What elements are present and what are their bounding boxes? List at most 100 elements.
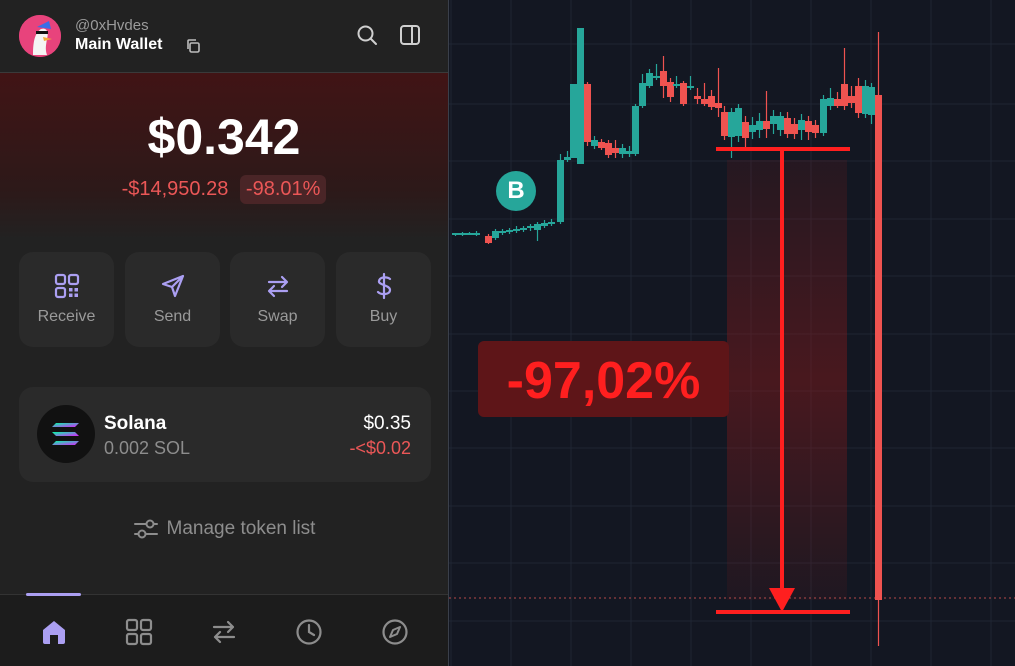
candle-body xyxy=(784,118,791,134)
token-change: -<$0.02 xyxy=(349,438,411,458)
candle-body xyxy=(527,226,534,228)
candle-body xyxy=(820,99,827,133)
active-tab-indicator xyxy=(26,593,81,596)
search-icon[interactable] xyxy=(356,24,378,46)
manage-token-list-button[interactable]: Manage token list xyxy=(0,518,448,540)
candle-body xyxy=(763,121,770,129)
token-value: $0.35 xyxy=(363,413,411,434)
token-row-solana[interactable]: Solana 0.002 SOL $0.35 -<$0.02 xyxy=(19,387,431,482)
candle-body xyxy=(742,122,749,138)
candle-body xyxy=(855,86,862,113)
candle-body xyxy=(777,116,784,130)
buy-button[interactable]: Buy xyxy=(336,252,431,347)
candle-body xyxy=(805,121,812,132)
candle-body xyxy=(466,233,473,235)
balance-change-usd: -$14,950.28 xyxy=(121,178,229,200)
wallet-header: @0xHvdes Main Wallet xyxy=(0,0,448,73)
candle-body xyxy=(452,233,459,235)
candle-body xyxy=(577,28,584,164)
bubblemaps-badge[interactable]: B xyxy=(496,171,536,211)
candle-body xyxy=(485,236,492,243)
avatar-image xyxy=(19,15,61,57)
candle-body xyxy=(708,96,715,107)
price-chart[interactable] xyxy=(449,0,1015,666)
copy-icon[interactable] xyxy=(185,38,201,54)
receive-button[interactable]: Receive xyxy=(19,252,114,347)
candle-body xyxy=(459,233,466,235)
candle-body xyxy=(749,125,756,132)
explore-icon[interactable] xyxy=(380,617,410,647)
candle-body xyxy=(564,157,571,160)
candle-body xyxy=(534,224,541,230)
action-buttons: Receive Send Swap Buy xyxy=(19,252,431,347)
candle-body xyxy=(584,84,591,142)
swap-button[interactable]: Swap xyxy=(230,252,325,347)
swap-nav-icon[interactable] xyxy=(209,617,239,647)
send-button[interactable]: Send xyxy=(125,252,220,347)
candle-body xyxy=(612,148,619,153)
manage-token-list-label: Manage token list xyxy=(166,518,316,540)
total-balance: $0.342 xyxy=(147,109,301,165)
send-label: Send xyxy=(153,308,192,325)
candle-body xyxy=(619,148,626,154)
candle-body xyxy=(728,112,735,137)
account-handle: @0xHvdes xyxy=(75,17,149,34)
candle-body xyxy=(653,76,660,78)
candle-body xyxy=(687,86,694,88)
candle-body xyxy=(791,124,798,134)
receive-label: Receive xyxy=(37,308,96,325)
solana-logo-icon xyxy=(37,405,95,463)
candle-body xyxy=(598,142,605,148)
candle-body xyxy=(541,223,548,226)
candle-body xyxy=(626,151,633,154)
candle-body xyxy=(694,96,701,99)
history-icon[interactable] xyxy=(294,617,324,647)
token-amount: 0.002 SOL xyxy=(104,438,191,458)
candle-body xyxy=(756,121,763,130)
candle-body xyxy=(605,143,612,155)
buy-label: Buy xyxy=(369,308,398,325)
candle-body xyxy=(639,83,646,106)
home-icon[interactable] xyxy=(39,617,69,647)
wallet-name[interactable]: Main Wallet xyxy=(75,36,162,54)
candle-body xyxy=(827,98,834,106)
drop-percent-label: -97,02% xyxy=(506,352,701,410)
sliders-icon xyxy=(133,519,158,539)
candle-body xyxy=(632,106,639,154)
swap-icon xyxy=(267,275,289,298)
candle-body xyxy=(591,140,598,146)
wallet-panel: @0xHvdes Main Wallet $0.342 -$14,950.28 … xyxy=(0,0,448,666)
grid-icon[interactable] xyxy=(124,617,154,647)
candle-body xyxy=(570,84,577,158)
candle-body xyxy=(548,222,555,224)
candle-body xyxy=(557,160,564,222)
swap-label: Swap xyxy=(257,308,298,325)
candle-body xyxy=(492,231,499,238)
candle-body xyxy=(721,112,728,136)
candle-body xyxy=(506,230,513,232)
balance-change-pct: -98.01% xyxy=(239,175,327,204)
candle-body xyxy=(812,125,819,133)
candle-body xyxy=(667,82,674,97)
candle-body xyxy=(875,95,882,600)
candle-body xyxy=(735,108,742,136)
drop-highlight xyxy=(727,160,847,600)
sidebar-toggle-icon[interactable] xyxy=(399,24,421,46)
candle-body xyxy=(798,120,805,130)
candle-body xyxy=(513,229,520,231)
candle-body xyxy=(680,83,687,104)
candle-body xyxy=(841,84,848,106)
candle-body xyxy=(646,73,653,86)
candle-body xyxy=(834,99,841,106)
candle-body xyxy=(673,84,680,86)
candle-body xyxy=(862,86,869,114)
candle-body xyxy=(770,116,777,124)
candle-body xyxy=(473,233,480,235)
candle-body xyxy=(660,71,667,86)
candle-body xyxy=(868,87,875,115)
candle-body xyxy=(499,231,506,233)
avatar[interactable] xyxy=(19,15,61,57)
candle-body xyxy=(715,103,722,108)
qr-code-icon xyxy=(54,273,80,299)
send-icon xyxy=(161,274,185,298)
